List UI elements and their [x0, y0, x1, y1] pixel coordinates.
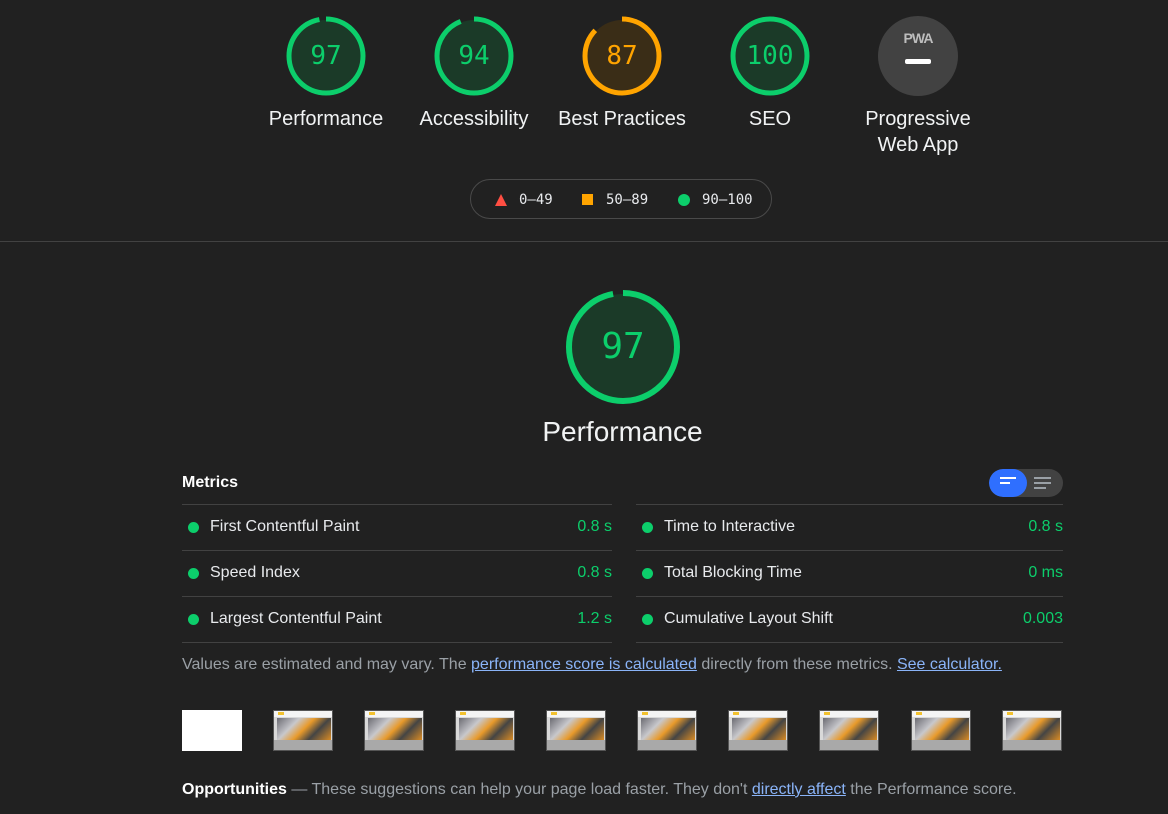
opportunities-text: the Performance score.: [845, 781, 1017, 798]
pwa-logo: PWA: [903, 30, 934, 46]
filmstrip-frame: [546, 710, 606, 751]
filmstrip-frame: [728, 710, 788, 751]
metric-value: 0.003: [1022, 610, 1063, 627]
pass-dot-icon: [188, 568, 199, 579]
section-divider: [0, 241, 1168, 242]
gauge-label: Accessibility: [419, 108, 529, 130]
filmstrip-frame: [273, 710, 333, 751]
note-text: Values are estimated and may vary. The: [182, 656, 472, 673]
legend-fail-text: 0–49: [519, 192, 553, 208]
lighthouse-report: 97 Performance 94 Accessibility 87 Best …: [0, 0, 1168, 814]
filmstrip-frame: [455, 710, 515, 751]
pass-dot-icon: [188, 614, 199, 625]
gauge-score: 97: [310, 41, 342, 71]
legend-average-text: 50–89: [606, 192, 649, 208]
opportunities-text: — These suggestions can help your page l…: [286, 781, 752, 798]
toggle-compact-view[interactable]: [989, 469, 1027, 497]
filmstrip-frame: [637, 710, 697, 751]
filmstrip-frame: [182, 710, 242, 751]
pwa-dash-icon: [905, 59, 931, 64]
performance-gauge-large: 97: [564, 288, 682, 406]
triangle-icon: [495, 194, 507, 206]
lines-icon: [1000, 477, 1016, 487]
metrics-column-left: First Contentful Paint 0.8 s Speed Index…: [182, 504, 612, 643]
pass-dot-icon: [642, 614, 653, 625]
filmstrip-frame: [819, 710, 879, 751]
metric-row: Time to Interactive 0.8 s: [636, 504, 1063, 550]
metric-name: Cumulative Layout Shift: [664, 610, 833, 627]
metric-row: First Contentful Paint 0.8 s: [182, 504, 612, 550]
opportunities-title: Opportunities: [182, 781, 287, 798]
metrics-column-right: Time to Interactive 0.8 s Total Blocking…: [636, 504, 1063, 643]
legend-pass-text: 90–100: [702, 192, 753, 208]
gauge-score: 100: [746, 41, 794, 71]
pwa-icon: PWA: [878, 16, 958, 96]
metric-row: Cumulative Layout Shift 0.003: [636, 596, 1063, 643]
score-calculated-link[interactable]: performance score is calculated: [471, 656, 697, 673]
metric-name: First Contentful Paint: [210, 518, 360, 535]
note-text: directly from these metrics.: [696, 656, 897, 673]
metric-name: Time to Interactive: [664, 518, 796, 535]
gauge-label: Best Practices: [558, 108, 686, 130]
filmstrip-frame: [1002, 710, 1062, 751]
category-gauges: 97 Performance 94 Accessibility 87 Best …: [0, 16, 1168, 186]
gauge-label: SEO: [748, 108, 792, 130]
metric-name: Speed Index: [210, 564, 300, 581]
filmstrip-frame: [364, 710, 424, 751]
pass-dot-icon: [642, 522, 653, 533]
metric-value: 0 ms: [1028, 564, 1063, 581]
metric-value: 0.8 s: [577, 564, 612, 581]
gauge-performance[interactable]: 97 Performance: [252, 16, 400, 132]
metric-value: 1.2 s: [577, 610, 612, 627]
directly-affect-link[interactable]: directly affect: [752, 781, 846, 798]
metric-name: Largest Contentful Paint: [210, 610, 382, 627]
gauge-label: Progressive Web App: [844, 106, 992, 158]
circle-icon: [678, 194, 690, 206]
see-calculator-link[interactable]: See calculator.: [897, 656, 1002, 673]
performance-title: Performance: [542, 416, 703, 447]
metric-row: Speed Index 0.8 s: [182, 550, 612, 596]
gauge-label-line1: Progressive: [865, 108, 971, 130]
score-legend: 0–49 50–89 90–100: [470, 179, 772, 219]
square-icon: [582, 194, 593, 205]
gauge-score: 87: [606, 41, 638, 71]
metric-name: Total Blocking Time: [664, 564, 802, 581]
filmstrip: [182, 710, 1062, 752]
metrics-note: Values are estimated and may vary. The p…: [182, 656, 1002, 674]
metrics-view-toggle[interactable]: [989, 469, 1063, 497]
gauge-label-line2: Web App: [877, 134, 959, 156]
performance-score: 97: [601, 326, 645, 367]
pass-dot-icon: [642, 568, 653, 579]
filmstrip-frame: [911, 710, 971, 751]
gauge-pwa[interactable]: PWA Progressive Web App: [844, 16, 992, 158]
metric-value: 0.8 s: [1028, 518, 1063, 535]
pass-dot-icon: [188, 522, 199, 533]
gauge-best-practices[interactable]: 87 Best Practices: [548, 16, 696, 132]
metric-row: Largest Contentful Paint 1.2 s: [182, 596, 612, 643]
opportunities-section: Opportunities — These suggestions can he…: [182, 781, 1017, 799]
metric-row: Total Blocking Time 0 ms: [636, 550, 1063, 596]
gauge-seo[interactable]: 100 SEO: [696, 16, 844, 132]
expand-lines-icon[interactable]: [1034, 477, 1051, 492]
metric-value: 0.8 s: [577, 518, 612, 535]
gauge-accessibility[interactable]: 94 Accessibility: [400, 16, 548, 132]
metrics-header: Metrics: [182, 474, 239, 491]
gauge-label: Performance: [268, 108, 384, 130]
gauge-score: 94: [458, 41, 490, 71]
